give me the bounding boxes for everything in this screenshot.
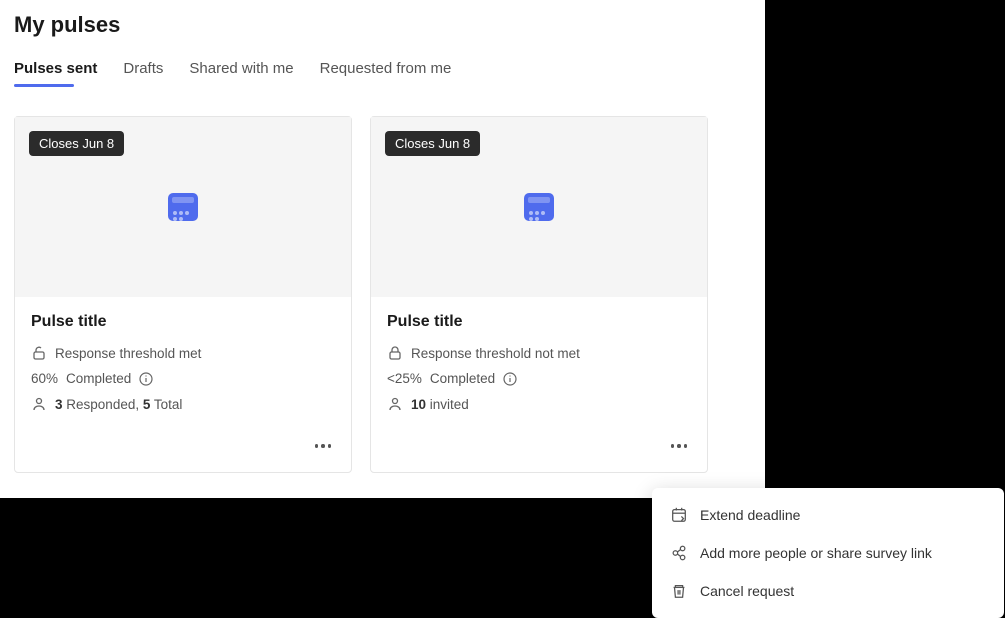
people-text: 3 Responded, 5 Total: [55, 397, 182, 412]
trash-icon: [670, 582, 688, 600]
calendar-icon: [670, 506, 688, 524]
people-row: 10 invited: [387, 396, 691, 412]
completion-label: Completed: [66, 371, 131, 386]
pulse-title: Pulse title: [387, 313, 691, 331]
card-hero: Closes Jun 8: [15, 117, 351, 297]
info-icon[interactable]: [139, 372, 153, 386]
tab-requested-from-me[interactable]: Requested from me: [320, 60, 452, 85]
closes-badge: Closes Jun 8: [29, 131, 124, 156]
card-hero: Closes Jun 8: [371, 117, 707, 297]
pulse-card[interactable]: Closes Jun 8 Pulse title Response thresh…: [14, 116, 352, 473]
pulse-card[interactable]: Closes Jun 8 Pulse title Response thresh…: [370, 116, 708, 473]
threshold-label: Response threshold not met: [411, 346, 580, 361]
completion-label: Completed: [430, 371, 495, 386]
menu-extend-deadline[interactable]: Extend deadline: [652, 496, 1004, 534]
people-text: 10 invited: [411, 397, 469, 412]
completion-pct: 60%: [31, 371, 58, 386]
threshold-row: Response threshold not met: [387, 345, 691, 361]
closes-badge: Closes Jun 8: [385, 131, 480, 156]
people-row: 3 Responded, 5 Total: [31, 396, 335, 412]
info-icon[interactable]: [503, 372, 517, 386]
lock-icon: [387, 345, 403, 361]
page-title: My pulses: [14, 12, 751, 38]
more-button[interactable]: [665, 432, 693, 460]
pulse-icon: [524, 193, 554, 221]
menu-label: Extend deadline: [700, 507, 800, 523]
context-menu: Extend deadline Add more people or share…: [652, 488, 1004, 618]
unlock-icon: [31, 345, 47, 361]
menu-label: Cancel request: [700, 583, 794, 599]
menu-label: Add more people or share survey link: [700, 545, 932, 561]
menu-cancel-request[interactable]: Cancel request: [652, 572, 1004, 610]
tabs-bar: Pulses sent Drafts Shared with me Reques…: [14, 60, 751, 86]
person-icon: [387, 396, 403, 412]
completion-row: <25% Completed: [387, 371, 691, 386]
completion-pct: <25%: [387, 371, 422, 386]
pulse-icon: [168, 193, 198, 221]
menu-add-people[interactable]: Add more people or share survey link: [652, 534, 1004, 572]
completion-row: 60% Completed: [31, 371, 335, 386]
card-body: Pulse title Response threshold met 60% C…: [15, 297, 351, 432]
more-button[interactable]: [309, 432, 337, 460]
threshold-label: Response threshold met: [55, 346, 201, 361]
share-icon: [670, 544, 688, 562]
cards-container: Closes Jun 8 Pulse title Response thresh…: [14, 116, 751, 473]
tab-drafts[interactable]: Drafts: [123, 60, 163, 85]
threshold-row: Response threshold met: [31, 345, 335, 361]
card-body: Pulse title Response threshold not met <…: [371, 297, 707, 432]
pulse-title: Pulse title: [31, 313, 335, 331]
tab-shared-with-me[interactable]: Shared with me: [189, 60, 293, 85]
person-icon: [31, 396, 47, 412]
tab-pulses-sent[interactable]: Pulses sent: [14, 60, 97, 85]
